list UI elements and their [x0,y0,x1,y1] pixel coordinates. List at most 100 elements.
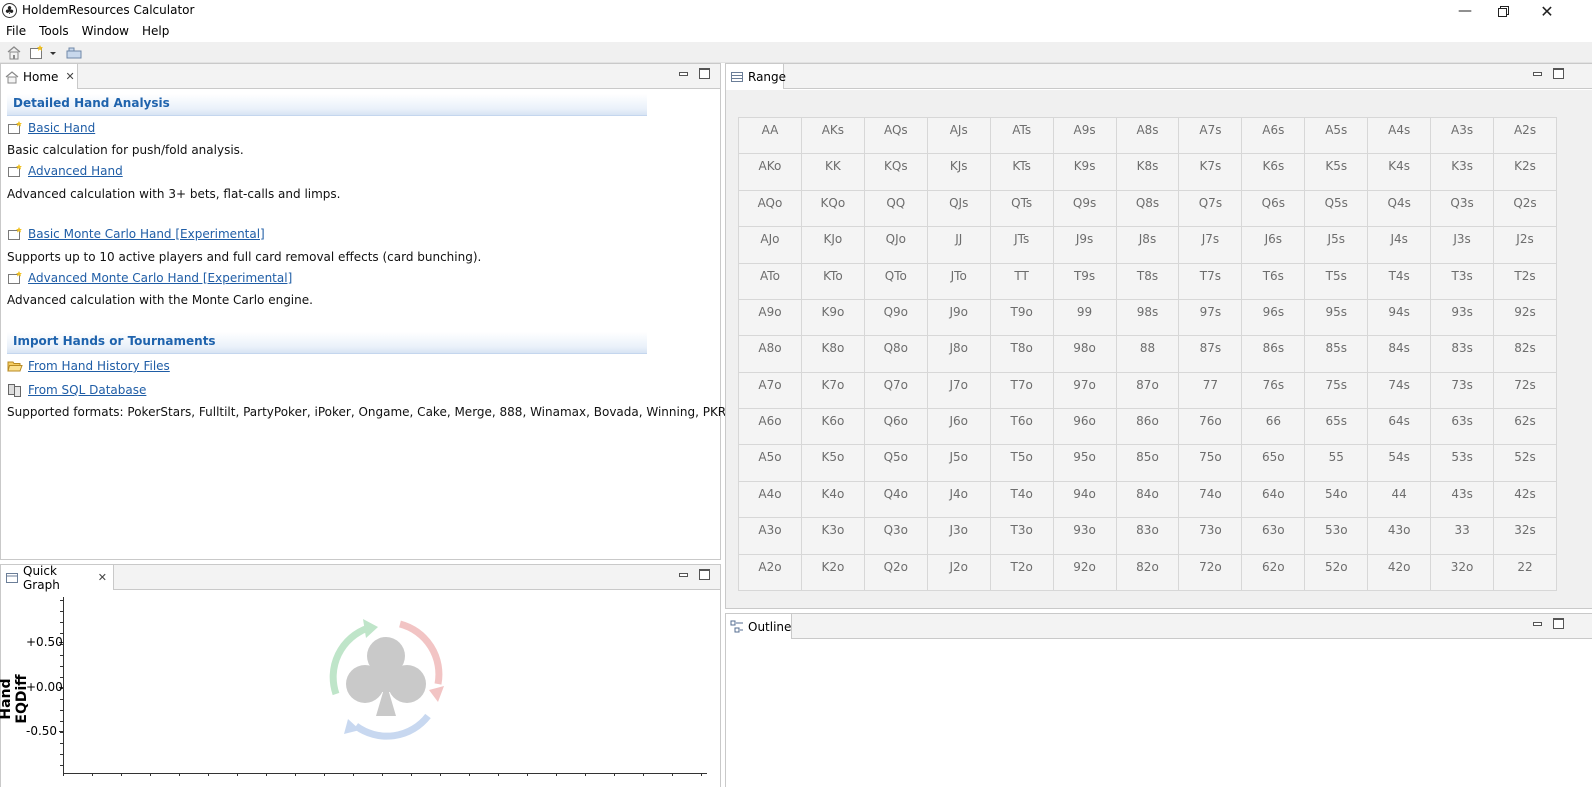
range-cell[interactable]: 82o [1116,554,1180,591]
range-cell[interactable]: J5o [927,445,991,482]
range-cell[interactable]: A2o [739,554,802,591]
range-cell[interactable]: K5o [801,445,865,482]
range-cell[interactable]: QTo [864,263,928,300]
range-cell[interactable]: 83s [1431,336,1495,373]
range-cell[interactable]: AKo [739,154,802,191]
new-dropdown-chevron-icon[interactable] [48,45,58,60]
range-cell[interactable]: A4o [739,481,802,519]
range-cell[interactable]: 52s [1494,445,1557,482]
range-cell[interactable]: Q2o [864,554,928,591]
range-cell[interactable]: 42s [1494,481,1557,519]
range-cell[interactable]: 83o [1116,518,1180,555]
range-cell[interactable]: 64s [1368,409,1432,446]
range-cell[interactable]: 53s [1431,445,1495,482]
range-cell[interactable]: Q3s [1431,190,1495,228]
range-cell[interactable]: K7o [801,372,865,410]
range-cell[interactable]: 54s [1368,445,1432,482]
minimize-panel-button[interactable] [678,569,689,580]
maximize-panel-button[interactable] [1553,618,1564,629]
close-window-button[interactable]: ✕ [1524,0,1570,22]
range-cell[interactable]: 76o [1179,409,1243,446]
range-cell[interactable]: J3o [927,518,991,555]
range-cell[interactable]: 88 [1116,336,1180,373]
range-cell[interactable]: Q4o [864,481,928,519]
range-cell[interactable]: 74o [1179,481,1243,519]
range-cell[interactable]: T8o [990,336,1054,373]
range-cell[interactable]: 53o [1305,518,1369,555]
range-cell[interactable]: KK [801,154,865,191]
range-cell[interactable]: 97s [1179,299,1243,337]
range-cell[interactable]: Q5o [864,445,928,482]
range-cell[interactable]: ATo [739,263,802,300]
range-cell[interactable]: KTo [801,263,865,300]
range-cell[interactable]: 75s [1305,372,1369,410]
range-cell[interactable]: T8s [1116,263,1180,300]
range-cell[interactable]: KJs [927,154,991,191]
range-cell[interactable]: AQs [864,118,928,155]
range-cell[interactable]: 86s [1242,336,1306,373]
range-cell[interactable]: K4s [1368,154,1432,191]
range-cell[interactable]: 96o [1053,409,1117,446]
range-cell[interactable]: J9s [1053,227,1117,264]
menu-tools[interactable]: Tools [33,22,76,42]
range-cell[interactable]: 33 [1431,518,1495,555]
range-cell[interactable]: 84s [1368,336,1432,373]
range-cell[interactable]: JJ [927,227,991,264]
range-cell[interactable]: AKs [801,118,865,155]
range-cell[interactable]: 22 [1494,554,1557,591]
range-cell[interactable]: 74s [1368,372,1432,410]
range-cell[interactable]: 73s [1431,372,1495,410]
range-cell[interactable]: T3s [1431,263,1495,300]
range-cell[interactable]: 66 [1242,409,1306,446]
range-cell[interactable]: 76s [1242,372,1306,410]
range-cell[interactable]: 97o [1053,372,1117,410]
range-cell[interactable]: AA [739,118,802,155]
range-cell[interactable]: 93o [1053,518,1117,555]
basic-hand-link-row[interactable]: Basic Hand [7,121,95,135]
range-cell[interactable]: Q7s [1179,190,1243,228]
range-cell[interactable]: Q9s [1053,190,1117,228]
range-cell[interactable]: 43o [1368,518,1432,555]
range-cell[interactable]: TT [990,263,1054,300]
range-cell[interactable]: K6o [801,409,865,446]
range-cell[interactable]: 93s [1431,299,1495,337]
range-cell[interactable]: 82s [1494,336,1557,373]
range-cell[interactable]: A7o [739,372,802,410]
range-cell[interactable]: JTo [927,263,991,300]
range-cell[interactable]: 64o [1242,481,1306,519]
range-cell[interactable]: A6s [1242,118,1306,155]
advanced-monte-carlo-link[interactable]: Advanced Monte Carlo Hand [Experimental] [28,271,292,285]
minimize-panel-button[interactable] [678,68,689,79]
range-cell[interactable]: 52o [1305,554,1369,591]
range-cell[interactable]: A7s [1179,118,1243,155]
range-cell[interactable]: AQo [739,190,802,228]
home-icon[interactable] [6,45,22,60]
range-cell[interactable]: T5o [990,445,1054,482]
menu-help[interactable]: Help [136,22,176,42]
range-cell[interactable]: K4o [801,481,865,519]
range-cell[interactable]: T6o [990,409,1054,446]
range-cell[interactable]: Q8o [864,336,928,373]
tab-range[interactable]: Range [726,64,786,89]
range-cell[interactable]: A3s [1431,118,1495,155]
range-cell[interactable]: A2s [1494,118,1557,155]
range-cell[interactable]: 63s [1431,409,1495,446]
range-cell[interactable]: K9s [1053,154,1117,191]
range-cell[interactable]: K3s [1431,154,1495,191]
close-tab-icon[interactable]: ✕ [98,571,107,584]
range-cell[interactable]: K9o [801,299,865,337]
range-cell[interactable]: 85s [1305,336,1369,373]
advanced-hand-link[interactable]: Advanced Hand [28,164,123,178]
range-cell[interactable]: 55 [1305,445,1369,482]
range-cell[interactable]: T9o [990,299,1054,337]
range-cell[interactable]: Q5s [1305,190,1369,228]
range-cell[interactable]: 42o [1368,554,1432,591]
range-cell[interactable]: J2o [927,554,991,591]
range-cell[interactable]: 87o [1116,372,1180,410]
from-sql-database-link-row[interactable]: From SQL Database [7,383,146,397]
range-cell[interactable]: T3o [990,518,1054,555]
minimize-panel-button[interactable] [1532,618,1543,629]
maximize-panel-button[interactable] [699,569,710,580]
basic-monte-carlo-link[interactable]: Basic Monte Carlo Hand [Experimental] [28,227,265,241]
range-cell[interactable]: A9o [739,299,802,337]
